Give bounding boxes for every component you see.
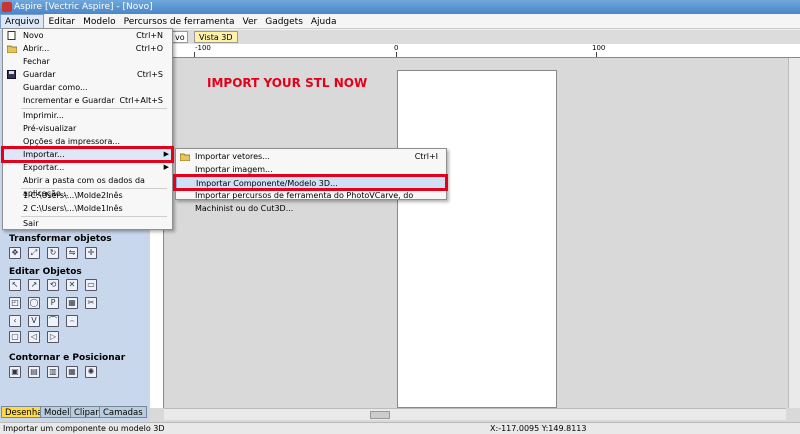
menu-item-guardar[interactable]: Guardar Ctrl+S	[3, 68, 172, 81]
ruler-label: -100	[195, 44, 211, 52]
join-icon[interactable]: ◰	[9, 297, 21, 309]
polyline-icon[interactable]: V	[28, 315, 40, 327]
mirror-icon[interactable]: ⇋	[66, 247, 78, 259]
menu-arquivo[interactable]: Arquivo	[0, 14, 45, 29]
offset-icon[interactable]: ▭	[85, 279, 97, 291]
drawing-area[interactable]: -100 0 100 IMPORT YOUR STL NOW	[150, 44, 800, 422]
rotate-icon[interactable]: ↻	[47, 247, 59, 259]
tab-camadas[interactable]: Camadas	[99, 406, 147, 418]
select-icon[interactable]: ↖	[9, 279, 21, 291]
text-icon[interactable]: P	[47, 297, 59, 309]
window-title: Aspire [Vectric Aspire] - [Novo]	[14, 2, 153, 12]
scale-icon[interactable]: ⤢	[28, 247, 40, 259]
file-menu: Novo Ctrl+N Abrir... Ctrl+O Fechar Guardar…	[1, 28, 174, 230]
circular-array-icon[interactable]: ✺	[85, 366, 97, 378]
node-edit-icon[interactable]: ↗	[28, 279, 40, 291]
status-text: Importar um componente ou modelo 3D	[3, 424, 165, 433]
cursor-coordinates: X:-117.0095 Y:149.8113	[490, 424, 587, 433]
document-tabs: vo Vista 3D	[150, 30, 800, 44]
menu-gadgets[interactable]: Gadgets	[261, 15, 307, 30]
nest-icon[interactable]: ▥	[47, 366, 59, 378]
array-icon[interactable]: ▤	[28, 366, 40, 378]
tab-vista-3d[interactable]: Vista 3D	[194, 31, 238, 43]
menu-bar: Arquivo Editar Modelo Percursos de ferramen…	[0, 14, 800, 29]
move-icon[interactable]: ✥	[9, 247, 21, 259]
annotation-text: IMPORT YOUR STL NOW	[207, 76, 368, 90]
fillet-icon[interactable]: ◁	[28, 331, 40, 343]
menu-item-incrementar[interactable]: Incrementar e Guardar Ctrl+Alt+S	[3, 94, 172, 107]
menu-item-novo[interactable]: Novo Ctrl+N	[3, 29, 172, 42]
material-page[interactable]	[397, 70, 557, 408]
circle-icon[interactable]: ◯	[28, 297, 40, 309]
ruler-label: 100	[592, 44, 606, 52]
menu-item-guardar-como[interactable]: Guardar como...	[3, 81, 172, 94]
save-icon	[7, 70, 16, 79]
new-file-icon	[7, 31, 16, 40]
arc-icon[interactable]: ⌢	[66, 315, 78, 327]
import-submenu: Importar vetores... Ctrl+I Importar image…	[173, 148, 448, 213]
submenu-item-importar-vetores[interactable]: Importar vetores... Ctrl+I	[176, 150, 446, 163]
scroll-thumb[interactable]	[370, 411, 390, 419]
section-editar: Editar Objetos	[9, 267, 82, 277]
group-icon[interactable]: ▦	[66, 297, 78, 309]
menu-item-abrir-pasta[interactable]: Abrir a pasta com os dados da aplicação.…	[3, 174, 172, 198]
ruler-tick	[396, 52, 397, 57]
delete-node-icon[interactable]: ✕	[66, 279, 78, 291]
rounded-rect-icon[interactable]: ▢	[9, 331, 21, 343]
horizontal-ruler: -100 0 100	[164, 44, 800, 58]
menu-item-recent-2[interactable]: 2 C:\Users\...\Molde1Inês	[3, 202, 172, 215]
section-contornar: Contornar e Posicionar	[9, 353, 126, 363]
menu-item-pre-visualizar[interactable]: Pré-visualizar	[3, 122, 172, 135]
chamfer-icon[interactable]: ▷	[47, 331, 59, 343]
align-icon[interactable]: ✛	[85, 247, 97, 259]
horizontal-scrollbar[interactable]	[164, 408, 786, 420]
scissors-icon[interactable]: ✂	[85, 297, 97, 309]
ruler-tick	[596, 52, 597, 57]
title-bar: Aspire [Vectric Aspire] - [Novo]	[0, 0, 800, 14]
menu-item-fechar[interactable]: Fechar	[3, 55, 172, 68]
vertical-scrollbar[interactable]	[788, 58, 800, 408]
ruler-label: 0	[394, 44, 399, 52]
app-icon	[2, 2, 12, 12]
panel-tabs: Desenhar Modelar Clipart Camadas	[0, 404, 150, 420]
grid-icon[interactable]: ▦	[66, 366, 78, 378]
menu-ver[interactable]: Ver	[239, 15, 262, 30]
menu-item-abrir[interactable]: Abrir... Ctrl+O	[3, 42, 172, 55]
line-icon[interactable]: ‹	[9, 315, 21, 327]
highlight-importar	[1, 146, 174, 163]
open-folder-icon	[6, 44, 18, 54]
menu-item-imprimir[interactable]: Imprimir...	[3, 109, 172, 122]
status-bar: Importar um componente ou modelo 3D X:-1…	[0, 422, 800, 434]
curve-icon[interactable]: ⌒	[47, 315, 59, 327]
menu-item-recent-1[interactable]: 1 C:\Users\...\Molde2Inês	[3, 189, 172, 202]
section-transformar: Transformar objetos	[9, 234, 112, 244]
highlight-importar-componente	[173, 174, 448, 191]
transform-icon[interactable]: ⟲	[47, 279, 59, 291]
menu-item-sair[interactable]: Sair	[3, 217, 172, 230]
menu-ajuda[interactable]: Ajuda	[307, 15, 341, 30]
ruler-tick	[194, 52, 195, 57]
boundary-icon[interactable]: ▣	[9, 366, 21, 378]
